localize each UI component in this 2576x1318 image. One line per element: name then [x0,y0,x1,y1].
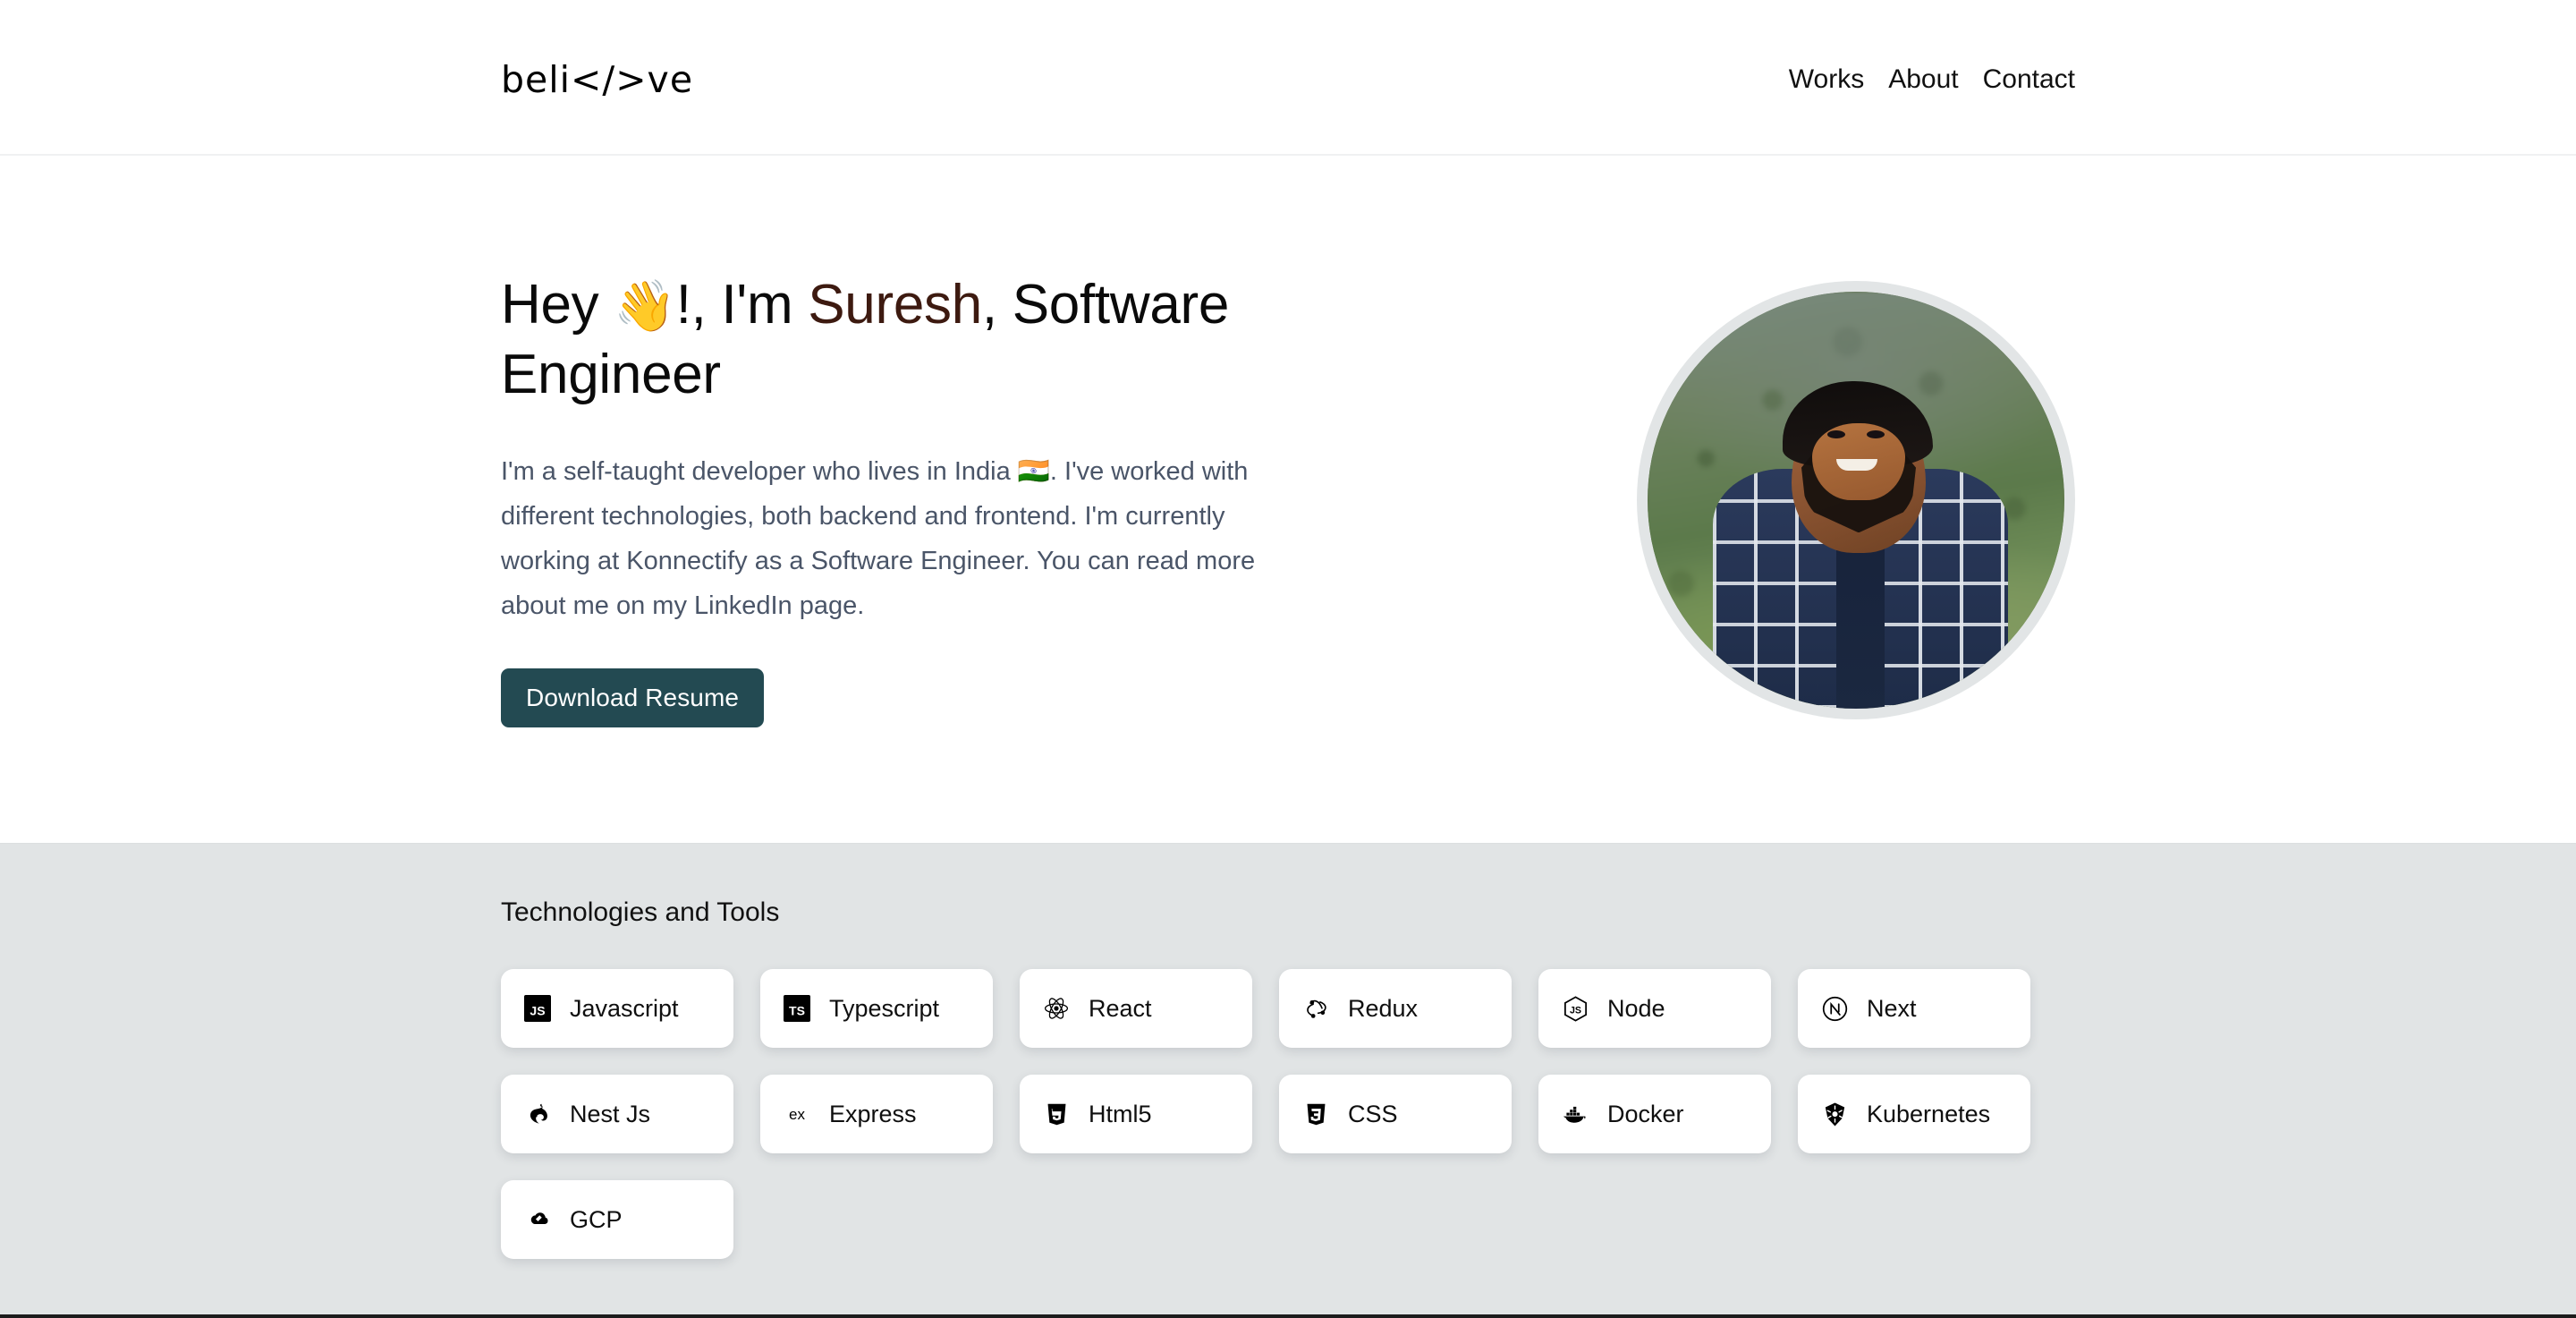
tech-label: CSS [1348,1100,1398,1127]
docker-icon [1560,1099,1590,1129]
avatar [1648,292,2064,709]
site-logo[interactable]: beli</>ve [501,61,693,98]
svg-text:ex: ex [789,1106,805,1123]
tech-card-react[interactable]: React [1020,969,1252,1048]
tech-card-gcp[interactable]: GCP [501,1180,733,1259]
nav-link-works[interactable]: Works [1789,66,1864,93]
tech-label: Next [1867,994,1917,1022]
node-icon: JS [1560,993,1590,1024]
portfolio-page: beli</>ve Works About Contact Hey 👋!, I'… [0,0,2576,1318]
tech-label: React [1089,994,1152,1022]
tech-label: Nest Js [570,1100,651,1127]
tech-card-express[interactable]: ex Express [760,1075,993,1153]
avatar-smile [1836,459,1877,472]
hero-name: Suresh [808,274,982,336]
kubernetes-icon [1819,1099,1850,1129]
svg-text:JS: JS [1569,1005,1580,1016]
tech-card-node[interactable]: JS Node [1538,969,1771,1048]
tech-card-html5[interactable]: Html5 [1020,1075,1252,1153]
tech-card-next[interactable]: Next [1798,969,2030,1048]
tech-card-docker[interactable]: Docker [1538,1075,1771,1153]
technologies-grid: JS Javascript TS Typescript React Redux … [501,969,2075,1259]
hero-inner: Hey 👋!, I'm Suresh, Software Engineer I'… [501,156,2075,727]
tech-card-javascript[interactable]: JS Javascript [501,969,733,1048]
hero-text-column: Hey 👋!, I'm Suresh, Software Engineer I'… [501,270,1288,727]
main-nav: Works About Contact [1789,66,2075,93]
header-inner: beli</>ve Works About Contact [501,56,2075,98]
tech-label: Typescript [829,994,940,1022]
html5-icon [1041,1099,1072,1129]
tech-card-css[interactable]: CSS [1279,1075,1512,1153]
page-bottom-edge [0,1314,2576,1318]
express-icon: ex [782,1099,812,1129]
technologies-inner: Technologies and Tools JS Javascript TS … [501,844,2075,1259]
tech-card-kubernetes[interactable]: Kubernetes [1798,1075,2030,1153]
redux-icon [1301,993,1331,1024]
hero-greeting: Hey [501,274,614,336]
avatar-frame [1637,281,2075,719]
tech-label: Kubernetes [1867,1100,1991,1127]
svg-text:JS: JS [530,1004,545,1018]
tech-card-redux[interactable]: Redux [1279,969,1512,1048]
avatar-eye-right [1867,429,1885,438]
technologies-section: Technologies and Tools JS Javascript TS … [0,843,2576,1315]
javascript-icon: JS [522,993,553,1024]
hero-image-column [1628,270,2075,719]
avatar-eye-left [1827,429,1846,438]
hero-description: I'm a self-taught developer who lives in… [501,457,1256,620]
page-title: Hey 👋!, I'm Suresh, Software Engineer [501,270,1288,410]
tech-label: Docker [1607,1100,1684,1127]
tech-label: GCP [570,1205,623,1233]
tech-label: Redux [1348,994,1419,1022]
waving-hand-icon: 👋 [614,277,676,334]
gcp-icon [522,1204,553,1235]
react-icon [1041,993,1072,1024]
tech-label: Html5 [1089,1100,1152,1127]
svg-text:TS: TS [789,1004,805,1018]
tech-card-typescript[interactable]: TS Typescript [760,969,993,1048]
typescript-icon: TS [782,993,812,1024]
site-header: beli</>ve Works About Contact [0,0,2576,156]
tech-label: Express [829,1100,917,1127]
technologies-heading: Technologies and Tools [501,897,780,927]
tech-label: Node [1607,994,1665,1022]
tech-card-nestjs[interactable]: Nest Js [501,1075,733,1153]
next-icon [1819,993,1850,1024]
tech-label: Javascript [570,994,679,1022]
download-resume-button[interactable]: Download Resume [501,668,765,727]
hero-title-pre-name: !, I'm [675,274,809,336]
nav-link-about[interactable]: About [1888,66,1958,93]
hero-section: Hey 👋!, I'm Suresh, Software Engineer I'… [0,156,2576,843]
nestjs-icon [522,1099,553,1129]
nav-link-contact[interactable]: Contact [1983,66,2075,93]
css-icon [1301,1099,1331,1129]
